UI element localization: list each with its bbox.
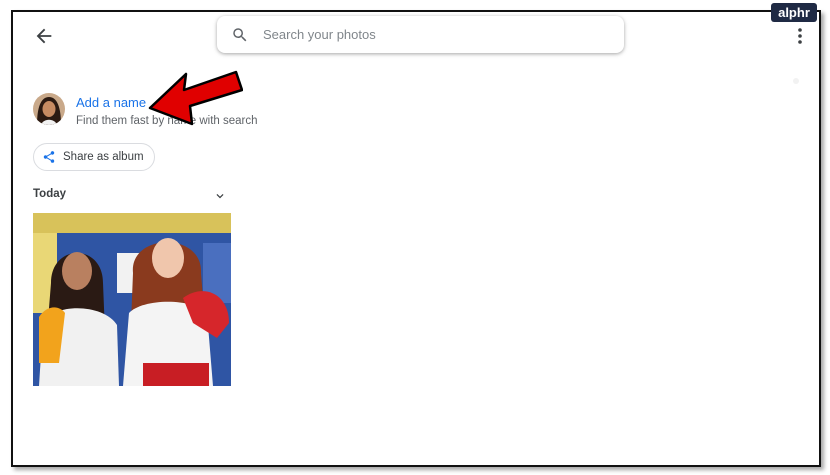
- more-vert-icon[interactable]: [792, 26, 808, 46]
- share-as-album-label: Share as album: [63, 151, 144, 163]
- annotation-arrow-icon: [148, 70, 243, 126]
- add-name-link[interactable]: Add a name: [76, 95, 146, 110]
- photo-thumbnail[interactable]: [33, 213, 231, 386]
- section-title: Today: [33, 188, 67, 200]
- search-icon: [233, 27, 247, 41]
- alphr-logo: alphr: [771, 3, 817, 22]
- chevron-down-icon[interactable]: [213, 189, 227, 203]
- person-avatar[interactable]: [33, 93, 65, 125]
- faint-dot: [793, 78, 799, 84]
- arrow-left-icon[interactable]: [33, 25, 55, 47]
- search-bar[interactable]: [217, 16, 624, 53]
- search-input[interactable]: [261, 26, 595, 43]
- share-as-album-button[interactable]: Share as album: [33, 143, 155, 171]
- share-icon: [43, 151, 55, 163]
- app-window: Add a name Find them fast by name with s…: [11, 10, 821, 467]
